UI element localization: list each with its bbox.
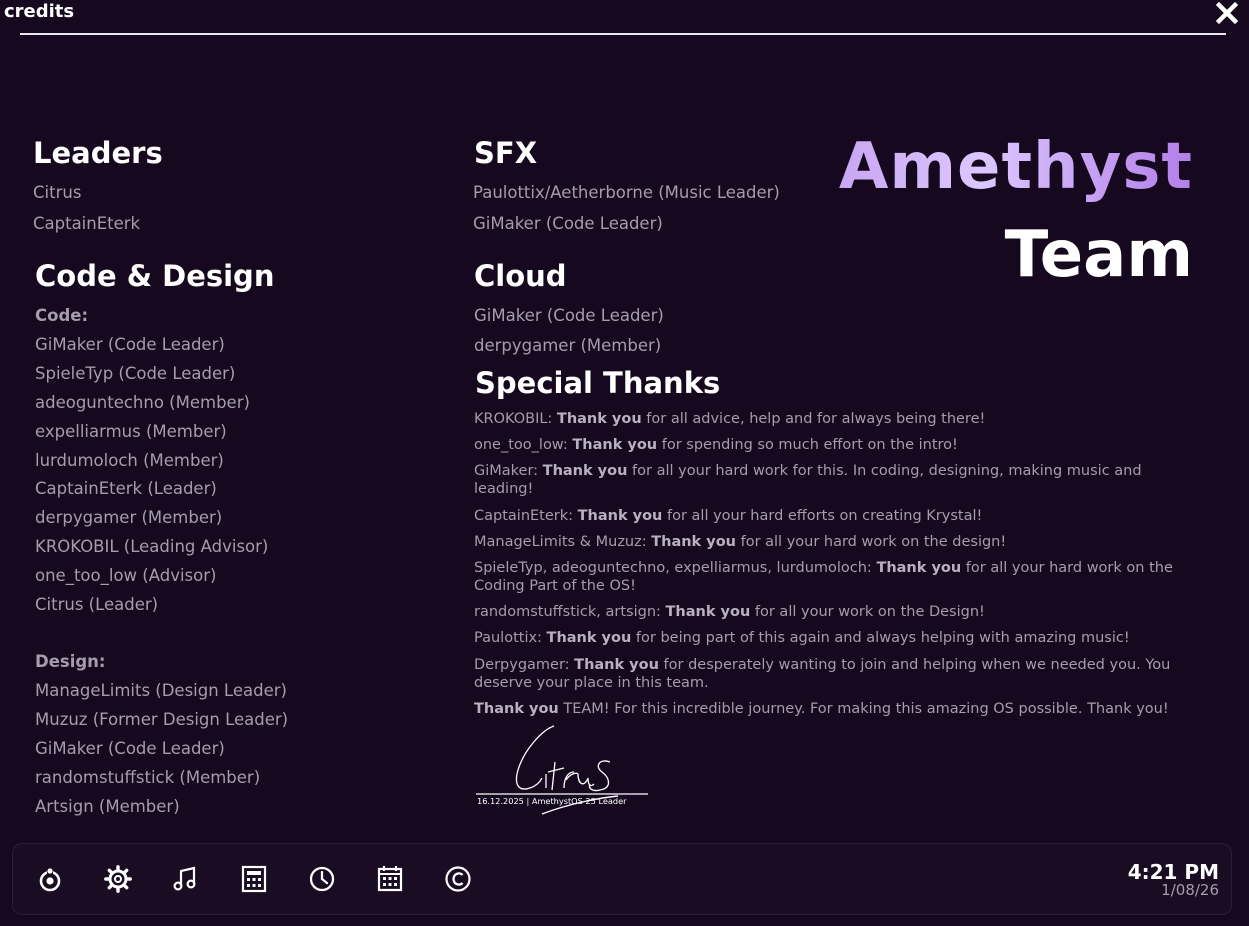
settings-gear-icon[interactable] [103,864,133,894]
list-item: expelliarmus (Member) [35,421,227,441]
list-item: randomstuffstick (Member) [35,767,261,787]
thanks-text: for being part of this again and always … [631,630,1130,647]
thanks-bold: Thank you [574,656,659,673]
music-note-icon[interactable] [171,864,201,894]
copyright-icon[interactable] [443,864,473,894]
thanks-text: TEAM! For this incredible journey. For m… [558,700,1169,717]
cloud-item: derpygamer (Member) [474,336,662,355]
leaders-heading: Leaders [33,136,163,170]
thanks-bold: Thank you [577,507,663,524]
taskbar-dock [12,843,1232,915]
thanks-bold: Thank you [665,604,751,621]
cloud-item: GiMaker (Code Leader) [474,306,664,325]
list-item: adeoguntechno (Member) [35,392,250,412]
brand-title-team: Team [1004,218,1193,292]
list-item: GiMaker (Code Leader) [35,335,225,354]
thanks-item: ManageLimits & Muzuz: Thank you for all … [474,533,1174,551]
thanks-name: KROKOBIL: [474,411,557,427]
thanks-name: ManageLimits & Muzuz: [474,533,652,550]
window-title: credits [4,1,75,22]
list-item: Artsign (Member) [35,796,180,816]
brand-title-amethyst: Amethyst [838,130,1193,204]
code-subheading: Code: [35,306,89,325]
code-design-heading: Code & Design [35,259,275,293]
thanks-name: GiMaker: [474,463,543,480]
title-divider [20,33,1226,35]
cloud-heading: Cloud [474,259,567,293]
thanks-bold: Thank you [542,463,628,480]
thanks-bold: Thank you [546,630,632,647]
thanks-text: for all your hard work on the design! [735,533,1007,550]
sfx-heading: SFX [474,136,538,170]
thanks-text: for all advice, help and for always bein… [641,411,986,427]
thanks-name: one_too_low: [474,437,573,454]
thanks-item: Paulottix: Thank you for being part of t… [474,629,1174,647]
thanks-name: CaptainEterk: [474,507,578,524]
thanks-name: Derpygamer: [474,656,575,673]
thanks-item: randomstuffstick, artsign: Thank you for… [474,603,1174,621]
thanks-item: KROKOBIL: Thank you for all advice, help… [474,410,1174,428]
signature-caption: 16.12.2025 | AmethystOS 25 Leader [477,796,627,806]
list-item: Muzuz (Former Design Leader) [35,709,289,729]
design-subheading: Design: [35,652,106,671]
thanks-bold: Thank you [556,411,642,427]
thanks-text: for spending so much effort on the intro… [657,437,958,454]
thanks-bold: Thank you [651,533,736,550]
thanks-bold: Thank you [474,700,559,717]
list-item: derpygamer (Member) [35,508,223,528]
clock-date: 1/08/26 [1161,881,1219,899]
thanks-name: SpieleTyp, adeoguntechno, expelliarmus, … [474,559,877,576]
clock-icon[interactable] [307,864,337,894]
close-icon[interactable] [1214,0,1240,26]
code-members-list: GiMaker (Code Leader) SpieleTyp (Code Le… [35,331,268,620]
leader-item: CaptainEterk [33,214,141,233]
thanks-item: CaptainEterk: Thank you for all your har… [474,507,1174,525]
signature: 16.12.2025 | AmethystOS 25 Leader [472,718,657,818]
launcher-icon[interactable] [35,864,65,894]
list-item: Citrus (Leader) [35,595,159,615]
list-item: GiMaker (Code Leader) [35,738,225,758]
design-members-list: ManageLimits (Design Leader) Muzuz (Form… [35,677,288,821]
list-item: one_too_low (Advisor) [35,566,217,586]
list-item: ManageLimits (Design Leader) [35,681,287,700]
thanks-text: for all your work on the Design! [750,604,985,621]
thanks-name: Paulottix: [474,630,547,647]
sfx-item: GiMaker (Code Leader) [473,214,663,233]
sfx-item: Paulottix/Aetherborne (Music Leader) [473,183,780,202]
thanks-item: Thank you TEAM! For this incredible jour… [474,700,1174,718]
thanks-item: one_too_low: Thank you for spending so m… [474,436,1174,454]
handwritten-signature: 16.12.2025 | AmethystOS 25 Leader [476,725,648,815]
list-item: SpieleTyp (Code Leader) [35,363,236,383]
thanks-text: for all your hard efforts on creating Kr… [662,507,983,524]
thanks-item: GiMaker: Thank you for all your hard wor… [474,462,1174,498]
special-thanks-list: KROKOBIL: Thank you for all advice, help… [474,410,1174,726]
thanks-item: Derpygamer: Thank you for desperately wa… [474,656,1174,692]
calculator-icon[interactable] [239,864,269,894]
special-thanks-heading: Special Thanks [475,366,721,400]
calendar-icon[interactable] [375,864,405,894]
list-item: lurdumoloch (Member) [35,450,224,470]
list-item: CaptainEterk (Leader) [35,479,217,499]
thanks-bold: Thank you [572,437,658,454]
thanks-bold: Thank you [876,559,962,576]
thanks-name: randomstuffstick, artsign: [474,604,666,621]
thanks-item: SpieleTyp, adeoguntechno, expelliarmus, … [474,559,1174,595]
leader-item: Citrus [33,183,82,202]
list-item: KROKOBIL (Leading Advisor) [35,537,269,557]
